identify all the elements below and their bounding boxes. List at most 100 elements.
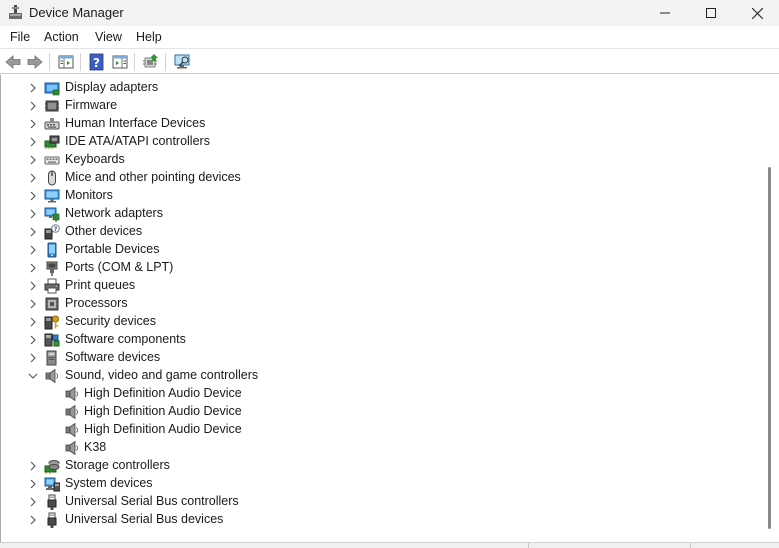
tree-category-human-interface-devices[interactable]: Human Interface Devices: [1, 115, 741, 133]
hid-icon: [44, 118, 60, 130]
unknown-device-icon: ?: [44, 224, 60, 240]
menu-action[interactable]: Action: [44, 30, 79, 44]
chevron-right-icon[interactable]: [28, 100, 38, 112]
menu-help[interactable]: Help: [136, 30, 162, 44]
tree-category-label: Firmware: [65, 98, 118, 112]
tree-category-network-adapters[interactable]: Network adapters: [1, 205, 741, 223]
tree-category-processors[interactable]: Processors: [1, 295, 741, 313]
show-hide-console-tree-icon[interactable]: [57, 53, 75, 71]
maximize-button[interactable]: [688, 0, 734, 26]
software-component-icon: [44, 333, 60, 347]
close-button[interactable]: [734, 0, 779, 26]
svg-text:?: ?: [54, 225, 58, 233]
usb-icon: [47, 512, 57, 528]
device-tree: Display adapters Firmware Human Interface …: [0, 75, 762, 542]
menu-file[interactable]: File: [10, 30, 30, 44]
chevron-right-icon[interactable]: [28, 154, 38, 166]
tree-category-label: Universal Serial Bus devices: [65, 512, 224, 526]
tree-device-label: High Definition Audio Device: [84, 386, 242, 400]
chevron-right-icon[interactable]: [28, 244, 38, 256]
scan-for-hardware-changes-icon[interactable]: [173, 53, 191, 71]
forward-icon[interactable]: [26, 53, 44, 71]
chevron-right-icon[interactable]: [28, 352, 38, 364]
tree-category-storage-controllers[interactable]: Storage controllers: [1, 457, 741, 475]
speaker-icon: [65, 422, 78, 438]
security-device-icon: [44, 315, 59, 330]
speaker-icon: [65, 386, 78, 402]
tree-category-portable-devices[interactable]: Portable Devices: [1, 241, 741, 259]
chevron-right-icon[interactable]: [28, 280, 38, 292]
tree-category-label: Keyboards: [65, 152, 125, 166]
menu-view[interactable]: View: [95, 30, 122, 44]
chevron-right-icon[interactable]: [28, 262, 38, 274]
back-icon[interactable]: [4, 53, 22, 71]
title-bar: Device Manager: [0, 0, 779, 26]
speaker-icon: [65, 440, 78, 456]
tree-category-other-devices[interactable]: ? Other devices: [1, 223, 741, 241]
chevron-right-icon[interactable]: [28, 460, 38, 472]
tree-category-label: Display adapters: [65, 80, 159, 94]
chevron-right-icon[interactable]: [28, 136, 38, 148]
tree-category-label: Security devices: [65, 314, 157, 328]
tree-category-software-components[interactable]: Software components: [1, 331, 741, 349]
speaker-icon: [45, 368, 58, 384]
port-icon: [46, 261, 58, 276]
tree-category-label: Other devices: [65, 224, 143, 238]
menu-bar: File Action View Help: [0, 26, 779, 48]
status-divider: [528, 543, 529, 548]
chevron-right-icon[interactable]: [28, 496, 38, 508]
chevron-right-icon[interactable]: [28, 208, 38, 220]
minimize-button[interactable]: [642, 0, 688, 26]
tree-category-software-devices[interactable]: Software devices: [1, 349, 741, 367]
usb-icon: [47, 494, 57, 510]
tree-device-item[interactable]: High Definition Audio Device: [1, 403, 741, 421]
tree-category-universal-serial-bus-devices[interactable]: Universal Serial Bus devices: [1, 511, 741, 529]
chevron-right-icon[interactable]: [28, 298, 38, 310]
tree-category-monitors[interactable]: Monitors: [1, 187, 741, 205]
tree-device-item[interactable]: K38: [1, 439, 741, 457]
tree-category-display-adapters[interactable]: Display adapters: [1, 79, 741, 97]
chevron-right-icon[interactable]: [28, 172, 38, 184]
chevron-right-icon[interactable]: [28, 226, 38, 238]
properties-icon[interactable]: [111, 53, 129, 71]
chevron-right-icon[interactable]: [28, 190, 38, 202]
chevron-right-icon[interactable]: [28, 334, 38, 346]
chevron-right-icon[interactable]: [28, 478, 38, 490]
tree-device-label: K38: [84, 440, 107, 454]
tree-category-firmware[interactable]: Firmware: [1, 97, 741, 115]
chevron-right-icon[interactable]: [28, 82, 38, 94]
tree-category-label: System devices: [65, 476, 153, 490]
help-icon[interactable]: ?: [88, 53, 106, 71]
vertical-scrollbar[interactable]: [762, 75, 779, 542]
svg-text:?: ?: [93, 56, 100, 70]
system-device-icon: [44, 477, 60, 492]
chevron-down-icon[interactable]: [28, 370, 38, 382]
tree-category-keyboards[interactable]: Keyboards: [1, 151, 741, 169]
tree-category-universal-serial-bus-controllers[interactable]: Universal Serial Bus controllers: [1, 493, 741, 511]
tree-category-label: Portable Devices: [65, 242, 160, 256]
tree-device-item[interactable]: High Definition Audio Device: [1, 421, 741, 439]
display-adapter-icon: [44, 82, 60, 96]
tree-category-security-devices[interactable]: Security devices: [1, 313, 741, 331]
maximize-icon: [706, 8, 716, 18]
status-divider: [690, 543, 691, 548]
portable-device-icon: [47, 242, 57, 258]
chevron-right-icon[interactable]: [28, 118, 38, 130]
tree-category-mice-and-other-pointing-devices[interactable]: Mice and other pointing devices: [1, 169, 741, 187]
update-driver-icon[interactable]: [142, 53, 160, 71]
tree-category-print-queues[interactable]: Print queues: [1, 277, 741, 295]
monitor-icon: [44, 189, 60, 203]
chevron-right-icon[interactable]: [28, 316, 38, 328]
tree-category-ide-ata-atapi-controllers[interactable]: IDE ATA/ATAPI controllers: [1, 133, 741, 151]
printer-icon: [44, 278, 60, 294]
tree-category-sound-video-and-game-controllers[interactable]: Sound, video and game controllers: [1, 367, 741, 385]
tree-device-item[interactable]: High Definition Audio Device: [1, 385, 741, 403]
tree-category-label: Monitors: [65, 188, 113, 202]
tree-category-ports-com-lpt[interactable]: Ports (COM & LPT): [1, 259, 741, 277]
chevron-right-icon[interactable]: [28, 514, 38, 526]
tree-category-label: Mice and other pointing devices: [65, 170, 241, 184]
network-adapter-icon: [44, 207, 60, 222]
scrollbar-thumb[interactable]: [768, 167, 771, 529]
tree-device-label: High Definition Audio Device: [84, 404, 242, 418]
tree-category-system-devices[interactable]: System devices: [1, 475, 741, 493]
